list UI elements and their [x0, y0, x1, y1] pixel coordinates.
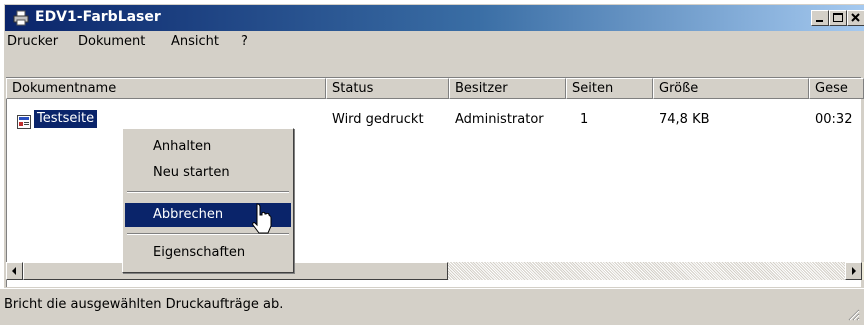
menu-separator: [127, 191, 289, 193]
column-header-besitzer[interactable]: Besitzer: [449, 78, 566, 99]
job-pages: 1: [580, 112, 589, 127]
column-header: Dokumentname Status Besitzer Seiten Größ…: [6, 78, 864, 100]
menu-drucker[interactable]: Drucker: [7, 34, 58, 49]
column-header-status[interactable]: Status: [326, 78, 449, 99]
scroll-track[interactable]: [448, 262, 845, 280]
status-text: Bricht die ausgewählten Druckaufträge ab…: [4, 297, 284, 312]
job-owner: Administrator: [455, 112, 544, 127]
printer-icon: [13, 10, 29, 26]
menu-ansicht[interactable]: Ansicht: [171, 34, 219, 49]
maximize-icon: [833, 13, 843, 22]
scroll-left-button[interactable]: [6, 262, 23, 280]
close-button[interactable]: [847, 10, 864, 26]
minimize-icon: [816, 20, 823, 22]
column-header-groesse[interactable]: Größe: [653, 78, 809, 99]
document-icon: [17, 115, 31, 129]
menu-item-neu-starten[interactable]: Neu starten: [125, 161, 291, 185]
mouse-pointer-icon: [252, 203, 272, 235]
minimize-button[interactable]: [811, 10, 829, 26]
menu-item-eigenschaften[interactable]: Eigenschaften: [125, 241, 291, 265]
job-name[interactable]: Testseite: [32, 109, 99, 129]
resize-grip-icon[interactable]: [846, 307, 860, 321]
column-header-dokumentname[interactable]: Dokumentname: [6, 78, 326, 99]
column-header-gesendet[interactable]: Gese: [809, 78, 864, 99]
status-bar: Bricht die ausgewählten Druckaufträge ab…: [0, 288, 864, 325]
column-header-seiten[interactable]: Seiten: [566, 78, 653, 99]
title-bar[interactable]: EDV1-FarbLaser: [5, 5, 864, 31]
menu-bar: Drucker Dokument Ansicht ?: [5, 31, 864, 53]
menu-help[interactable]: ?: [241, 34, 248, 49]
job-status: Wird gedruckt: [332, 112, 424, 127]
scroll-right-button[interactable]: [845, 262, 862, 280]
menu-item-anhalten[interactable]: Anhalten: [125, 135, 291, 159]
close-icon: [851, 13, 860, 22]
arrow-right-icon: [852, 267, 856, 275]
maximize-button[interactable]: [829, 10, 847, 26]
menu-dokument[interactable]: Dokument: [78, 34, 145, 49]
job-size: 74,8 KB: [659, 112, 710, 127]
context-menu: Anhalten Neu starten Abbrechen Eigenscha…: [122, 128, 294, 273]
arrow-left-icon: [12, 267, 16, 275]
job-submitted: 00:32: [815, 112, 853, 127]
window-title: EDV1-FarbLaser: [35, 9, 161, 25]
